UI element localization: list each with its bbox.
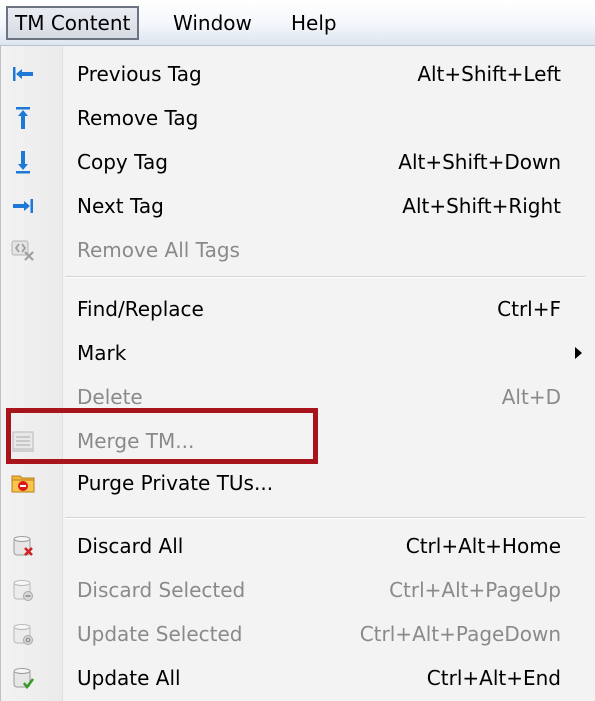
menu-item-find-replace[interactable]: Find/Replace Ctrl+F xyxy=(1,287,595,331)
menu-item-next-tag[interactable]: Next Tag Alt+Shift+Right xyxy=(1,184,595,228)
menu-item-update-selected: Update Selected Ctrl+Alt+PageDown xyxy=(1,612,595,656)
menu-item-label: Mark xyxy=(77,341,127,365)
menu-item-shortcut: Alt+Shift+Right xyxy=(402,194,561,218)
remove-tags-icon xyxy=(11,238,35,262)
menu-item-shortcut: Ctrl+Alt+End xyxy=(426,666,561,690)
menu-item-copy-tag[interactable]: Copy Tag Alt+Shift+Down xyxy=(1,140,595,184)
menu-item-label: Merge TM... xyxy=(77,429,195,453)
menu-item-label: Remove Tag xyxy=(77,106,199,130)
arrow-left-to-bar-icon xyxy=(11,62,35,86)
menu-window[interactable]: Window xyxy=(164,6,261,40)
menu-item-discard-selected: Discard Selected Ctrl+Alt+PageUp xyxy=(1,568,595,612)
menu-item-previous-tag[interactable]: Previous Tag Alt+Shift+Left xyxy=(1,52,595,96)
menu-item-label: Next Tag xyxy=(77,194,164,218)
menu-item-label: Update All xyxy=(77,666,181,690)
menu-item-discard-all[interactable]: Discard All Ctrl+Alt+Home xyxy=(1,524,595,568)
menu-item-label: Previous Tag xyxy=(77,62,202,86)
menu-item-mark[interactable]: Mark xyxy=(1,331,595,375)
menu-window-label: Window xyxy=(173,11,252,35)
menu-item-shortcut: Alt+Shift+Left xyxy=(417,62,561,86)
menu-item-shortcut: Alt+D xyxy=(501,385,561,409)
database-update-icon xyxy=(11,666,35,690)
menu-item-shortcut: Ctrl+F xyxy=(497,297,561,321)
menu-item-label: Delete xyxy=(77,385,143,409)
purge-folder-icon xyxy=(11,471,35,495)
menu-item-label: Remove All Tags xyxy=(77,238,240,262)
merge-tm-icon xyxy=(11,429,35,453)
menu-item-remove-tag[interactable]: Remove Tag xyxy=(1,96,595,140)
menu-separator xyxy=(65,276,585,278)
menu-item-delete: Delete Alt+D xyxy=(1,375,595,419)
menu-item-label: Find/Replace xyxy=(77,297,204,321)
menu-help-label: Help xyxy=(291,11,337,35)
database-update-selected-icon xyxy=(11,622,35,646)
menu-item-update-all[interactable]: Update All Ctrl+Alt+End xyxy=(1,656,595,700)
menu-item-label: Copy Tag xyxy=(77,150,168,174)
menu-item-label: Update Selected xyxy=(77,622,243,646)
menu-item-shortcut: Ctrl+Alt+PageUp xyxy=(389,578,561,602)
menu-item-shortcut: Ctrl+Alt+Home xyxy=(405,534,561,558)
menu-item-label: Discard All xyxy=(77,534,184,558)
menu-item-merge-tm: Merge TM... xyxy=(1,419,595,463)
menu-item-remove-all-tags: Remove All Tags xyxy=(1,228,595,272)
menu-help[interactable]: Help xyxy=(282,6,346,40)
submenu-arrow-icon xyxy=(575,347,582,359)
menu-item-shortcut: Ctrl+Alt+PageDown xyxy=(359,622,561,646)
menu-item-label: Purge Private TUs... xyxy=(77,471,274,495)
database-discard-icon xyxy=(11,534,35,558)
menu-item-purge-private-tus[interactable]: Purge Private TUs... xyxy=(1,461,595,505)
arrow-down-to-bar-icon xyxy=(11,150,35,174)
menu-tm-content[interactable]: TM Content xyxy=(6,6,140,40)
database-discard-selected-icon xyxy=(11,578,35,602)
menu-item-shortcut: Alt+Shift+Down xyxy=(398,150,561,174)
menu-bar: TM Content Window Help xyxy=(0,0,595,46)
tm-content-dropdown: Previous Tag Alt+Shift+Left Remove Tag C… xyxy=(0,46,595,701)
arrow-up-to-bar-icon xyxy=(11,106,35,130)
menu-tm-content-label: TM Content xyxy=(15,11,131,35)
menu-separator xyxy=(65,517,585,519)
arrow-right-to-bar-icon xyxy=(11,194,35,218)
menu-item-label: Discard Selected xyxy=(77,578,246,602)
